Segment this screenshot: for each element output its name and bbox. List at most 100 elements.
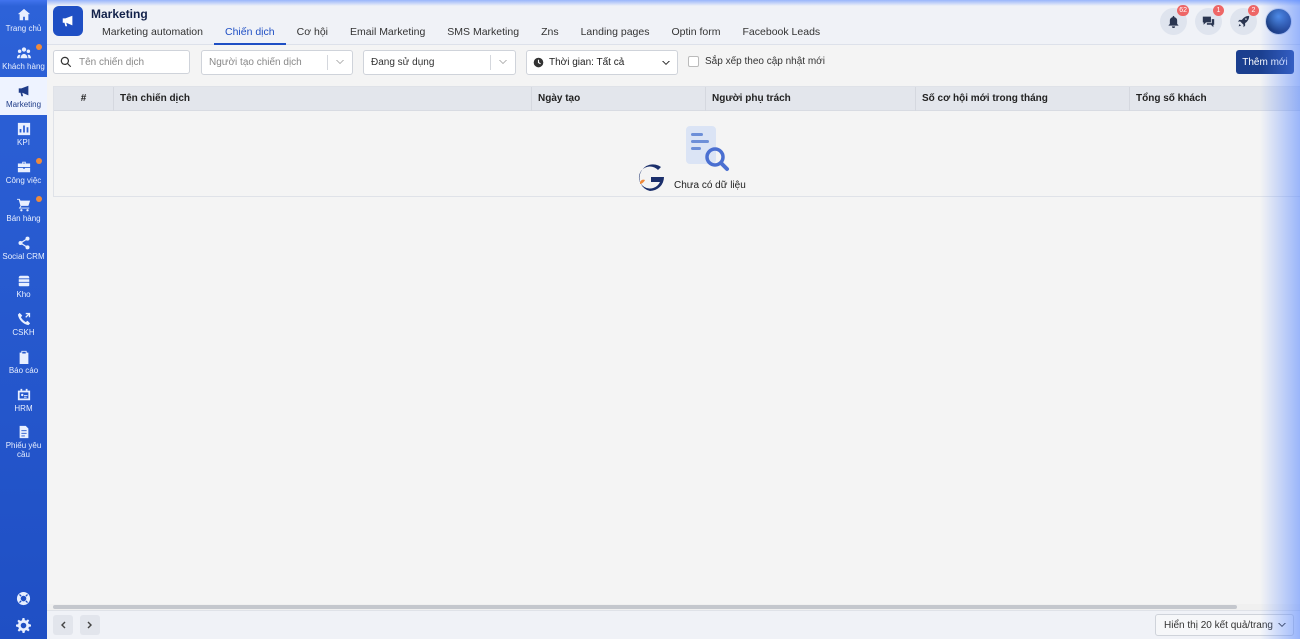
sidebar-item-label: Khách hàng <box>2 61 45 71</box>
megaphone-icon <box>62 15 73 27</box>
column-header-index[interactable]: # <box>54 87 114 111</box>
chevron-down-icon <box>661 58 671 71</box>
messages-badge: 1 <box>1213 5 1224 16</box>
time-filter-select[interactable]: Thời gian: Tất cả <box>526 50 678 75</box>
notifications-button[interactable]: 62 <box>1160 5 1189 35</box>
sidebar-item-label: Social CRM <box>2 251 45 261</box>
chat-icon <box>1202 16 1215 28</box>
notifications-badge: 62 <box>1177 5 1189 16</box>
filter-toolbar: Người tạo chiến dịch Đang sử dụng Thời g… <box>47 45 1300 81</box>
sidebar-item-customers[interactable]: Khách hàng <box>0 39 47 77</box>
gear-icon <box>16 617 31 633</box>
sidebar-item-sales[interactable]: Bán hàng <box>0 191 47 229</box>
home-icon <box>17 8 30 20</box>
sidebar-item-requests[interactable]: Phiếu yêu cầu <box>0 419 47 465</box>
select-divider <box>490 55 491 70</box>
notification-dot <box>36 44 42 50</box>
tab-campaigns[interactable]: Chiến dịch <box>213 22 286 45</box>
notification-dot <box>36 158 42 164</box>
sidebar-item-label: HRM <box>14 403 33 413</box>
status-select[interactable]: Đang sử dụng <box>363 50 516 75</box>
sidebar-item-hrm[interactable]: HRM <box>0 381 47 419</box>
rocket-button[interactable]: 2 <box>1230 5 1259 35</box>
empty-state-text: Chưa có dữ liệu <box>674 180 746 191</box>
column-header-total-customers[interactable]: Tổng số khách <box>1130 87 1300 111</box>
tab-opportunities[interactable]: Cơ hội <box>286 22 339 45</box>
status-select-value: Đang sử dụng <box>371 57 435 68</box>
sidebar: Trang chủ Khách hàng Marketing KPI Công … <box>0 0 47 639</box>
sidebar-item-kpi[interactable]: KPI <box>0 115 47 153</box>
sort-label: Sắp xếp theo cập nhật mới <box>705 56 825 67</box>
rocket-icon <box>1237 15 1250 28</box>
messages-button[interactable]: 1 <box>1195 5 1224 35</box>
clipboard-icon <box>19 350 28 364</box>
campaign-table: # Tên chiến dịch Ngày tạo Người phụ trác… <box>53 86 1300 197</box>
users-icon <box>16 46 31 58</box>
search-input[interactable] <box>79 56 189 68</box>
tab-zns[interactable]: Zns <box>530 22 570 45</box>
sidebar-item-marketing[interactable]: Marketing <box>0 77 47 115</box>
previous-page-button[interactable] <box>53 615 73 635</box>
time-filter-value: Thời gian: Tất cả <box>549 57 625 68</box>
search-box <box>53 50 190 74</box>
tab-marketing-automation[interactable]: Marketing automation <box>91 22 214 45</box>
column-header-owner[interactable]: Người phụ trách <box>706 87 916 111</box>
warehouse-icon <box>18 275 29 286</box>
notification-dot <box>36 196 42 202</box>
page-size-select[interactable]: Hiển thị 20 kết quả/trang <box>1155 614 1294 636</box>
sort-checkbox[interactable] <box>688 56 699 67</box>
sidebar-item-label: Phiếu yêu cầu <box>5 441 42 459</box>
sort-checkbox-row[interactable]: Sắp xếp theo cập nhật mới <box>688 56 825 67</box>
sidebar-item-label: Trang chủ <box>5 23 42 33</box>
sidebar-item-label: Kho <box>16 289 31 299</box>
tab-sms-marketing[interactable]: SMS Marketing <box>436 22 530 45</box>
column-header-new-opportunities[interactable]: Số cơ hội mới trong tháng <box>916 87 1130 111</box>
page-size-label: Hiển thị 20 kết quả/trang <box>1164 619 1273 631</box>
chevron-down-icon <box>335 57 345 67</box>
creator-select-placeholder: Người tạo chiến dịch <box>209 57 302 68</box>
sidebar-bottom <box>0 585 47 639</box>
module-header: Marketing Marketing automation Chiến dịc… <box>47 0 1300 45</box>
header-actions: 62 1 2 <box>1160 5 1292 35</box>
pagination-footer: Hiển thị 20 kết quả/trang <box>47 610 1300 639</box>
brand-logo-icon <box>638 164 664 191</box>
empty-document-search-icon <box>686 126 729 171</box>
chevron-down-icon <box>1278 623 1286 627</box>
empty-state: Chưa có dữ liệu <box>54 112 1300 197</box>
tab-landing-pages[interactable]: Landing pages <box>570 22 661 45</box>
sidebar-item-cskh[interactable]: CSKH <box>0 305 47 343</box>
sidebar-item-home[interactable]: Trang chủ <box>0 1 47 39</box>
module-tabs: Marketing automation Chiến dịch Cơ hội E… <box>91 22 831 45</box>
chevron-down-icon <box>498 57 508 67</box>
sidebar-item-label: KPI <box>17 137 30 147</box>
sidebar-item-label: Công việc <box>5 175 42 185</box>
sidebar-item-label: Bán hàng <box>6 213 41 223</box>
sidebar-item-social-crm[interactable]: Social CRM <box>0 229 47 267</box>
share-icon <box>17 236 30 249</box>
column-header-name[interactable]: Tên chiến dịch <box>114 87 532 111</box>
select-divider <box>327 55 328 70</box>
sidebar-item-reports[interactable]: Báo cáo <box>0 343 47 381</box>
add-new-button[interactable]: Thêm mới <box>1236 50 1294 74</box>
column-header-created-date[interactable]: Ngày tạo <box>532 87 706 111</box>
bar-chart-icon <box>17 122 30 135</box>
chevron-left-icon <box>61 621 66 629</box>
briefcase-icon <box>17 161 30 172</box>
avatar[interactable] <box>1265 8 1292 35</box>
tab-facebook-leads[interactable]: Facebook Leads <box>732 22 832 45</box>
scrollbar-thumb[interactable] <box>53 605 1237 609</box>
next-page-button[interactable] <box>80 615 100 635</box>
lifebuoy-icon <box>16 591 31 605</box>
page-title: Marketing <box>91 7 148 21</box>
settings-button[interactable] <box>0 612 47 638</box>
rocket-badge: 2 <box>1248 5 1259 16</box>
support-button[interactable] <box>0 585 47 611</box>
tab-email-marketing[interactable]: Email Marketing <box>339 22 436 45</box>
sidebar-item-label: CSKH <box>12 327 35 337</box>
tab-optin-form[interactable]: Optin form <box>661 22 732 45</box>
creator-select[interactable]: Người tạo chiến dịch <box>201 50 353 75</box>
search-icon <box>60 56 72 68</box>
bell-icon <box>1168 15 1179 28</box>
sidebar-item-tasks[interactable]: Công việc <box>0 153 47 191</box>
sidebar-item-warehouse[interactable]: Kho <box>0 267 47 305</box>
